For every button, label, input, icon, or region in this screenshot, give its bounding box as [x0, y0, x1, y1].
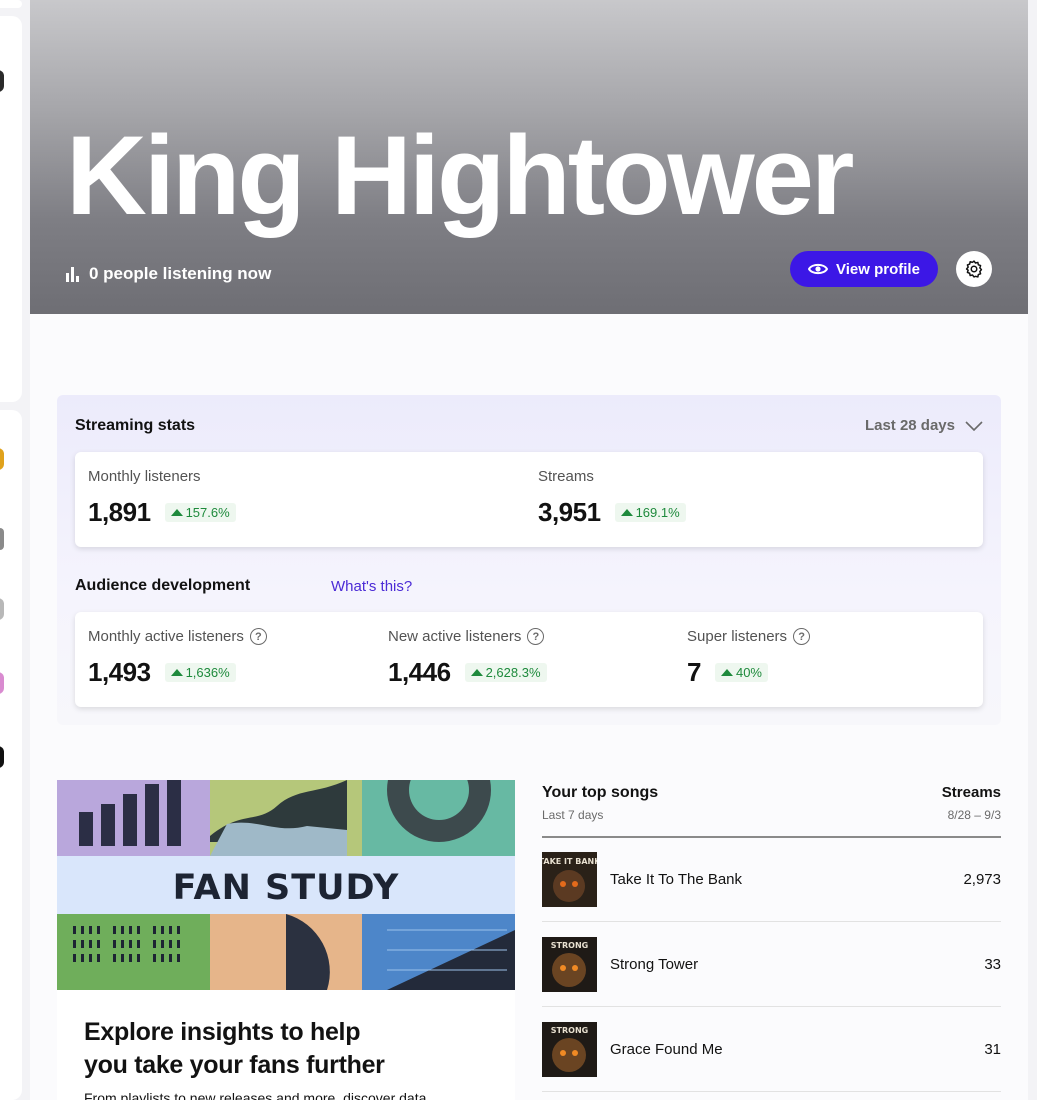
stat-value: 1,493 — [88, 657, 151, 687]
date-range-select[interactable]: Last 28 days — [865, 417, 983, 434]
audience-development-title: Audience development — [75, 577, 251, 594]
stat-new-active-listeners[interactable]: New active listeners ? 1,446 2,628.3% — [388, 612, 547, 688]
song-row[interactable]: STRONG Grace Found Me 31 — [542, 1007, 1001, 1092]
arrow-up-icon — [170, 509, 183, 516]
sidebar-panel-top — [0, 16, 22, 402]
fan-study-heading-line: Explore insights to help — [84, 1018, 361, 1046]
stat-label: Monthly active listeners — [88, 628, 244, 645]
eye-icon — [808, 263, 829, 275]
sidebar-avatar-icon[interactable] — [0, 672, 4, 694]
streaming-stats-title: Streaming stats — [75, 417, 196, 434]
artist-hero: King Hightower 0 people listening now Vi… — [30, 0, 1028, 314]
streaming-stats-card: Monthly listeners 1,891 157.6% Streams 3… — [75, 452, 983, 547]
whats-this-link[interactable]: What's this? — [331, 578, 412, 595]
cover-text: STRONG — [551, 941, 588, 950]
song-title: Grace Found Me — [610, 1040, 723, 1058]
fan-study-body: From playlists to new releases and more,… — [84, 1090, 427, 1100]
stat-value: 3,951 — [538, 497, 601, 527]
streams-date-range: 8/28 – 9/3 — [947, 808, 1001, 822]
arrow-up-icon — [470, 669, 483, 676]
help-icon[interactable]: ? — [527, 628, 545, 645]
stat-monthly-active-listeners[interactable]: Monthly active listeners ? 1,493 1,636% — [88, 612, 267, 688]
stat-label: Monthly listeners — [88, 468, 201, 485]
song-streams: 2,973 — [963, 870, 1001, 888]
fan-study-card[interactable]: FAN STUDY Explore insights to help you t… — [57, 780, 515, 1100]
stat-change-value: 157.6% — [185, 505, 230, 520]
stat-super-listeners[interactable]: Super listeners ? 7 40% — [687, 612, 811, 688]
album-cover: TAKE IT BANK — [542, 851, 597, 907]
album-cover: STRONG — [542, 936, 597, 992]
arrow-up-icon — [170, 669, 183, 676]
sidebar-avatar-icon[interactable] — [0, 70, 4, 92]
stat-change-badge: 169.1% — [614, 503, 686, 522]
cover-text: STRONG — [551, 1026, 588, 1035]
top-songs-title: Your top songs — [542, 784, 659, 801]
stat-change-badge: 40% — [714, 663, 768, 682]
song-streams: 31 — [984, 1040, 1001, 1058]
stat-label: New active listeners — [388, 628, 522, 645]
song-title: Take It To The Bank — [610, 870, 743, 888]
top-songs-section: Your top songs Last 7 days Streams 8/28 … — [542, 780, 1001, 1100]
song-row[interactable]: STRONG Strong Tower 33 — [542, 922, 1001, 1007]
sidebar-avatar-icon[interactable] — [0, 448, 4, 470]
song-streams: 33 — [984, 955, 1001, 973]
fan-study-heading: Explore insights to help you take your f… — [84, 1016, 385, 1082]
bar-chart-icon — [66, 266, 79, 282]
song-row[interactable]: TAKE IT BANK Take It To The Bank 2,973 — [542, 837, 1001, 922]
listening-now: 0 people listening now — [66, 264, 271, 284]
arrow-up-icon — [620, 509, 633, 516]
streams-column-header: Streams — [941, 784, 1001, 801]
sidebar-avatar-icon[interactable] — [0, 746, 4, 768]
cover-text: TAKE IT BANK — [542, 857, 597, 866]
chevron-down-icon — [965, 420, 983, 431]
stat-streams[interactable]: Streams 3,951 169.1% — [538, 452, 686, 528]
view-profile-label: View profile — [836, 260, 920, 278]
sidebar-avatar-icon[interactable] — [0, 598, 4, 620]
stats-section: Streaming stats Last 28 days Monthly lis… — [57, 395, 1001, 725]
stat-label: Super listeners — [687, 628, 788, 645]
sidebar-edge-top — [0, 0, 22, 8]
settings-button[interactable] — [956, 251, 992, 287]
stat-change-value: 1,636% — [185, 665, 230, 680]
date-range-value: Last 28 days — [864, 417, 955, 434]
arrow-up-icon — [720, 669, 733, 676]
gear-icon — [965, 260, 983, 278]
stat-change-value: 169.1% — [635, 505, 680, 520]
stat-change-badge: 1,636% — [164, 663, 236, 682]
top-songs-subtitle: Last 7 days — [542, 808, 604, 822]
stat-value: 1,891 — [88, 497, 151, 527]
stat-change-badge: 157.6% — [164, 503, 236, 522]
artist-name: King Hightower — [66, 113, 854, 238]
help-icon[interactable]: ? — [249, 628, 267, 645]
sidebar-avatar-icon[interactable] — [0, 528, 4, 550]
stat-value: 1,446 — [388, 657, 451, 687]
fan-study-banner-text: FAN STUDY — [173, 868, 400, 908]
view-profile-button[interactable]: View profile — [790, 251, 938, 287]
album-cover: STRONG — [542, 1021, 597, 1077]
listening-now-text: 0 people listening now — [89, 264, 272, 283]
help-icon[interactable]: ? — [793, 628, 811, 645]
stat-change-badge: 2,628.3% — [464, 663, 547, 682]
stat-monthly-listeners[interactable]: Monthly listeners 1,891 157.6% — [88, 452, 236, 528]
sidebar-panel-bottom — [0, 410, 22, 1100]
stat-change-value: 2,628.3% — [485, 665, 541, 680]
stat-label: Streams — [538, 468, 594, 485]
stat-change-value: 40% — [735, 665, 762, 680]
audience-card: Monthly active listeners ? 1,493 1,636% … — [75, 612, 983, 707]
fan-study-banner-image: FAN STUDY — [57, 780, 515, 990]
fan-study-heading-line: you take your fans further — [84, 1051, 385, 1079]
song-title: Strong Tower — [610, 955, 699, 973]
stat-value: 7 — [687, 657, 701, 687]
